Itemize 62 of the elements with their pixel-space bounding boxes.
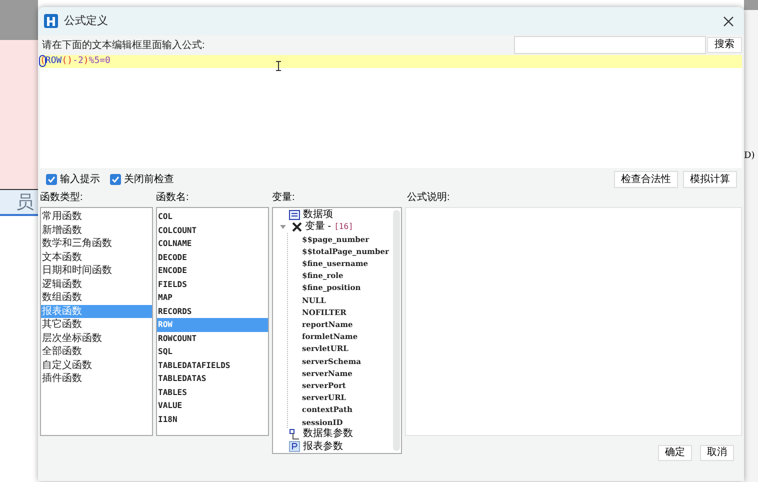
- list-item[interactable]: 数学和三角函数: [41, 237, 152, 250]
- prompt-label: 请在下面的文本编辑框里面输入公式:: [42, 38, 205, 52]
- parameter-icon: [289, 441, 300, 452]
- list-item[interactable]: I18N: [157, 412, 268, 426]
- checkbox-label: 关闭前检查: [124, 172, 174, 187]
- list-item[interactable]: DECODE: [157, 250, 268, 264]
- checkbox-label: 输入提示: [60, 172, 100, 187]
- tree-item[interactable]: 变量 -: [305, 222, 332, 232]
- form-icon: [289, 210, 300, 220]
- list-item[interactable]: TABLES: [157, 386, 268, 399]
- list-item[interactable]: 逻辑函数: [41, 278, 152, 291]
- list-item[interactable]: ENCODE: [157, 264, 268, 278]
- table-cell: 员: [0, 190, 38, 216]
- app-logo-icon: [44, 14, 58, 28]
- list-item[interactable]: MAP: [157, 291, 268, 304]
- window-title: 公式定义: [64, 14, 108, 29]
- text-cursor-icon: [276, 60, 282, 70]
- list-item[interactable]: TABLEDATAFIELDS: [157, 358, 268, 372]
- tree-item[interactable]: 数据集参数: [303, 429, 353, 440]
- list-item[interactable]: 层次坐标函数: [41, 332, 152, 345]
- checkbox[interactable]: [46, 174, 57, 185]
- list-label: 函数名:: [156, 191, 190, 205]
- action-button[interactable]: 模拟计算: [683, 171, 737, 188]
- list-item[interactable]: COLNAME: [157, 237, 268, 250]
- close-icon[interactable]: [723, 16, 734, 26]
- list-item[interactable]: 自定义函数: [41, 358, 152, 372]
- list-item[interactable]: TABLEDATAS: [157, 372, 268, 386]
- list-item[interactable]: VALUE: [157, 399, 268, 412]
- list-item[interactable]: 其它函数: [41, 318, 152, 332]
- list-label: 变量:: [272, 191, 296, 205]
- search-button[interactable]: 搜索: [707, 37, 742, 53]
- dialog-button[interactable]: 取消: [700, 445, 734, 461]
- list-item[interactable]: 插件函数: [41, 372, 152, 386]
- background-panel: [744, 0, 758, 10]
- formula-text: (ROW()-2)%5=0: [40, 57, 110, 66]
- list-item[interactable]: ROWCOUNT: [157, 332, 268, 345]
- list-item[interactable]: FIELDS: [157, 278, 268, 291]
- list-item[interactable]: COLCOUNT: [157, 224, 268, 237]
- list-item[interactable]: SQL: [157, 345, 268, 358]
- expand-caret-icon[interactable]: [280, 225, 286, 230]
- list-item[interactable]: COL: [157, 210, 268, 224]
- tree-item[interactable]: 数据项: [303, 210, 333, 220]
- tree-item[interactable]: 报表参数: [303, 442, 343, 452]
- count-label: [16]: [334, 223, 354, 232]
- action-button[interactable]: 检查合法性: [614, 171, 678, 188]
- checkbox[interactable]: [110, 174, 121, 185]
- list-item[interactable]: 常用函数: [41, 210, 152, 224]
- search-field[interactable]: [514, 36, 706, 54]
- list-label: 公式说明:: [406, 191, 451, 205]
- list-item[interactable]: RECORDS: [157, 304, 268, 318]
- scrollbar[interactable]: [393, 210, 400, 451]
- list-item[interactable]: 文本函数: [41, 250, 152, 264]
- list-item[interactable]: 全部函数: [41, 345, 152, 358]
- cell-text: D): [744, 152, 755, 160]
- list-label: 函数类型:: [40, 191, 84, 205]
- list-item[interactable]: 日期和时间函数: [41, 264, 152, 278]
- list-item[interactable]: 数组函数: [41, 291, 152, 304]
- dialog-button[interactable]: 确定: [658, 445, 692, 461]
- dataset-icon: [289, 428, 300, 440]
- list-item[interactable]: 新增函数: [41, 224, 152, 237]
- formula-editor[interactable]: (ROW()-2)%5=0: [40, 55, 742, 168]
- cross-icon: [292, 222, 302, 232]
